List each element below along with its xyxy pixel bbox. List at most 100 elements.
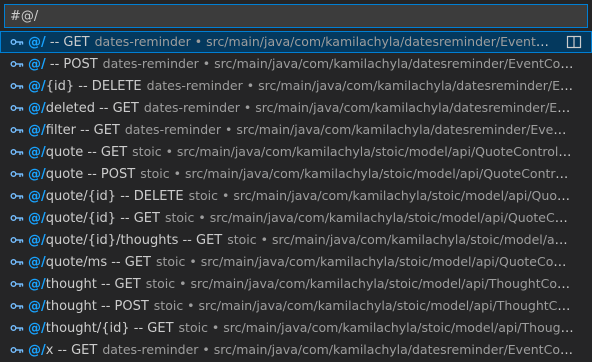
file-path: src/main/java/com/kamilachyla/stoic/mode… bbox=[209, 210, 574, 225]
project-name: stoic bbox=[188, 188, 218, 203]
symbol-label: x -- GET bbox=[45, 343, 98, 358]
separator-dot: • bbox=[194, 210, 210, 225]
symbol-label: quote/{id} -- DELETE bbox=[45, 189, 184, 204]
list-item[interactable]: @/quote/ms -- GET stoic • src/main/java/c… bbox=[0, 251, 592, 273]
project-name: stoic bbox=[145, 276, 176, 291]
search-input[interactable] bbox=[5, 5, 587, 27]
list-item[interactable]: @/filter -- GET dates-reminder • src/main… bbox=[0, 119, 592, 141]
symbol-key-icon bbox=[10, 317, 26, 339]
list-item-text: @/quote/{id} -- GET stoic • src/main/java… bbox=[28, 207, 574, 229]
file-path: src/main/java/com/kamilachyla/stoic/mode… bbox=[198, 298, 574, 313]
file-path: src/main/java/com/kamilachyla/datesremin… bbox=[214, 56, 574, 71]
list-item[interactable]: @/ -- GET dates-reminder • src/main/java/… bbox=[0, 31, 592, 53]
list-item[interactable]: @/thought -- POST stoic • src/main/java/c… bbox=[0, 295, 592, 317]
symbol-label: thought -- POST bbox=[45, 299, 149, 314]
symbol-key-icon bbox=[10, 229, 26, 251]
symbol-key-icon bbox=[10, 295, 26, 317]
symbol-description: dates-reminder • src/main/java/com/kamil… bbox=[102, 342, 574, 357]
list-item[interactable]: @/quote/{id}/thoughts -- GET stoic • src/… bbox=[0, 229, 592, 251]
symbol-label: -- POST bbox=[45, 57, 98, 72]
match-highlight: @/ bbox=[28, 167, 46, 182]
list-item[interactable]: @/{id} -- DELETE dates-reminder • src/mai… bbox=[0, 75, 592, 97]
separator-dot: • bbox=[185, 254, 201, 269]
separator-dot: • bbox=[169, 166, 185, 181]
project-name: stoic bbox=[155, 254, 186, 269]
file-path: src/main/java/com/kamilachyla/stoic/mode… bbox=[176, 144, 574, 159]
match-highlight: @/ bbox=[28, 145, 46, 160]
separator-dot: • bbox=[220, 122, 237, 137]
symbol-description: stoic • src/main/java/com/kamilachyla/st… bbox=[165, 210, 574, 225]
list-item-text: @/quote -- POST stoic • src/main/java/com… bbox=[28, 163, 574, 185]
symbol-label: deleted -- GET bbox=[45, 101, 139, 116]
symbol-key-icon bbox=[10, 185, 26, 207]
list-item[interactable]: @/thought -- GET stoic • src/main/java/co… bbox=[0, 273, 592, 295]
symbol-label: quote/ms -- GET bbox=[45, 255, 151, 270]
match-highlight: @/ bbox=[28, 233, 46, 248]
file-path: src/main/java/com/kamilachyla/stoic/mode… bbox=[190, 276, 575, 291]
project-name: dates-reminder bbox=[146, 78, 243, 93]
list-item[interactable]: @/x -- GET dates-reminder • src/main/java… bbox=[0, 339, 592, 361]
symbol-key-icon bbox=[10, 163, 26, 185]
symbol-label: filter -- GET bbox=[45, 123, 120, 138]
list-item-text: @/filter -- GET dates-reminder • src/main… bbox=[28, 119, 574, 141]
project-name: dates-reminder bbox=[143, 100, 240, 115]
symbol-description: stoic • src/main/java/com/kamilachyla/st… bbox=[227, 232, 574, 247]
symbol-label: quote -- GET bbox=[45, 145, 128, 160]
quick-open-widget: @/ -- GET dates-reminder • src/main/java/… bbox=[0, 0, 592, 362]
symbol-description: stoic • src/main/java/com/kamilachyla/st… bbox=[132, 144, 574, 159]
symbol-key-icon bbox=[10, 141, 26, 163]
match-highlight: @/ bbox=[28, 299, 46, 314]
symbol-description: dates-reminder • src/main/java/com/kamil… bbox=[95, 34, 556, 49]
symbol-description: dates-reminder • src/main/java/com/kamil… bbox=[103, 56, 574, 71]
project-name: stoic bbox=[227, 232, 257, 247]
file-path: src/main/java/com/kamilachyla/datesremin… bbox=[258, 78, 574, 93]
list-item[interactable]: @/thought/{id} -- GET stoic • src/main/ja… bbox=[0, 317, 592, 339]
file-path: src/main/java/com/kamilachyla/stoic/mode… bbox=[271, 232, 574, 247]
project-name: dates-reminder bbox=[94, 34, 191, 49]
symbol-key-icon bbox=[10, 339, 26, 361]
match-highlight: @/ bbox=[28, 35, 46, 50]
match-highlight: @/ bbox=[28, 101, 46, 116]
list-item-text: @/ -- GET dates-reminder • src/main/java/… bbox=[28, 31, 556, 53]
file-path: src/main/java/com/kamilachyla/datesremin… bbox=[206, 34, 556, 49]
match-highlight: @/ bbox=[28, 211, 46, 226]
file-path: src/main/java/com/kamilachyla/stoic/mode… bbox=[223, 320, 574, 335]
symbol-key-icon bbox=[10, 97, 26, 119]
symbol-description: stoic • src/main/java/com/kamilachyla/st… bbox=[179, 320, 574, 335]
symbol-label: -- GET bbox=[45, 35, 90, 50]
list-item-text: @/quote/{id} -- DELETE stoic • src/main/j… bbox=[28, 185, 574, 207]
symbol-key-icon bbox=[10, 207, 26, 229]
symbol-key-icon bbox=[10, 119, 26, 141]
list-item[interactable]: @/quote -- GET stoic • src/main/java/com/… bbox=[0, 141, 592, 163]
file-path: src/main/java/com/kamilachyla/stoic/mode… bbox=[233, 188, 574, 203]
list-item[interactable]: @/deleted -- GET dates-reminder • src/mai… bbox=[0, 97, 592, 119]
list-item[interactable]: @/quote/{id} -- DELETE stoic • src/main/j… bbox=[0, 185, 592, 207]
list-item-text: @/x -- GET dates-reminder • src/main/java… bbox=[28, 339, 574, 361]
list-item[interactable]: @/ -- POST dates-reminder • src/main/java… bbox=[0, 53, 592, 75]
file-path: src/main/java/com/kamilachyla/stoic/mode… bbox=[200, 254, 574, 269]
split-editor-icon[interactable] bbox=[566, 34, 582, 50]
list-item-text: @/deleted -- GET dates-reminder • src/mai… bbox=[28, 97, 574, 119]
list-item[interactable]: @/quote/{id} -- GET stoic • src/main/java… bbox=[0, 207, 592, 229]
symbol-label: thought/{id} -- GET bbox=[45, 321, 174, 336]
match-highlight: @/ bbox=[28, 321, 46, 336]
list-item-text: @/ -- POST dates-reminder • src/main/java… bbox=[28, 53, 574, 75]
separator-dot: • bbox=[198, 56, 215, 71]
file-path: src/main/java/com/kamilachyla/datesremin… bbox=[236, 122, 574, 137]
project-name: stoic bbox=[140, 166, 170, 181]
symbol-label: quote/{id}/thoughts -- GET bbox=[45, 233, 223, 248]
match-highlight: @/ bbox=[28, 277, 46, 292]
list-item-text: @/thought -- GET stoic • src/main/java/co… bbox=[28, 273, 574, 295]
list-item[interactable]: @/quote -- POST stoic • src/main/java/com… bbox=[0, 163, 592, 185]
match-highlight: @/ bbox=[28, 343, 46, 358]
symbol-description: stoic • src/main/java/com/kamilachyla/st… bbox=[154, 298, 574, 313]
match-highlight: @/ bbox=[28, 123, 46, 138]
file-path: src/main/java/com/kamilachyla/datesremin… bbox=[213, 342, 574, 357]
symbol-description: stoic • src/main/java/com/kamilachyla/st… bbox=[156, 254, 574, 269]
symbol-label: thought -- GET bbox=[45, 277, 141, 292]
list-item-text: @/thought -- POST stoic • src/main/java/c… bbox=[28, 295, 574, 317]
project-name: stoic bbox=[153, 298, 184, 313]
symbol-label: quote -- POST bbox=[45, 167, 136, 182]
symbol-description: stoic • src/main/java/com/kamilachyla/st… bbox=[140, 166, 574, 181]
symbol-description: dates-reminder • src/main/java/com/kamil… bbox=[147, 78, 574, 93]
